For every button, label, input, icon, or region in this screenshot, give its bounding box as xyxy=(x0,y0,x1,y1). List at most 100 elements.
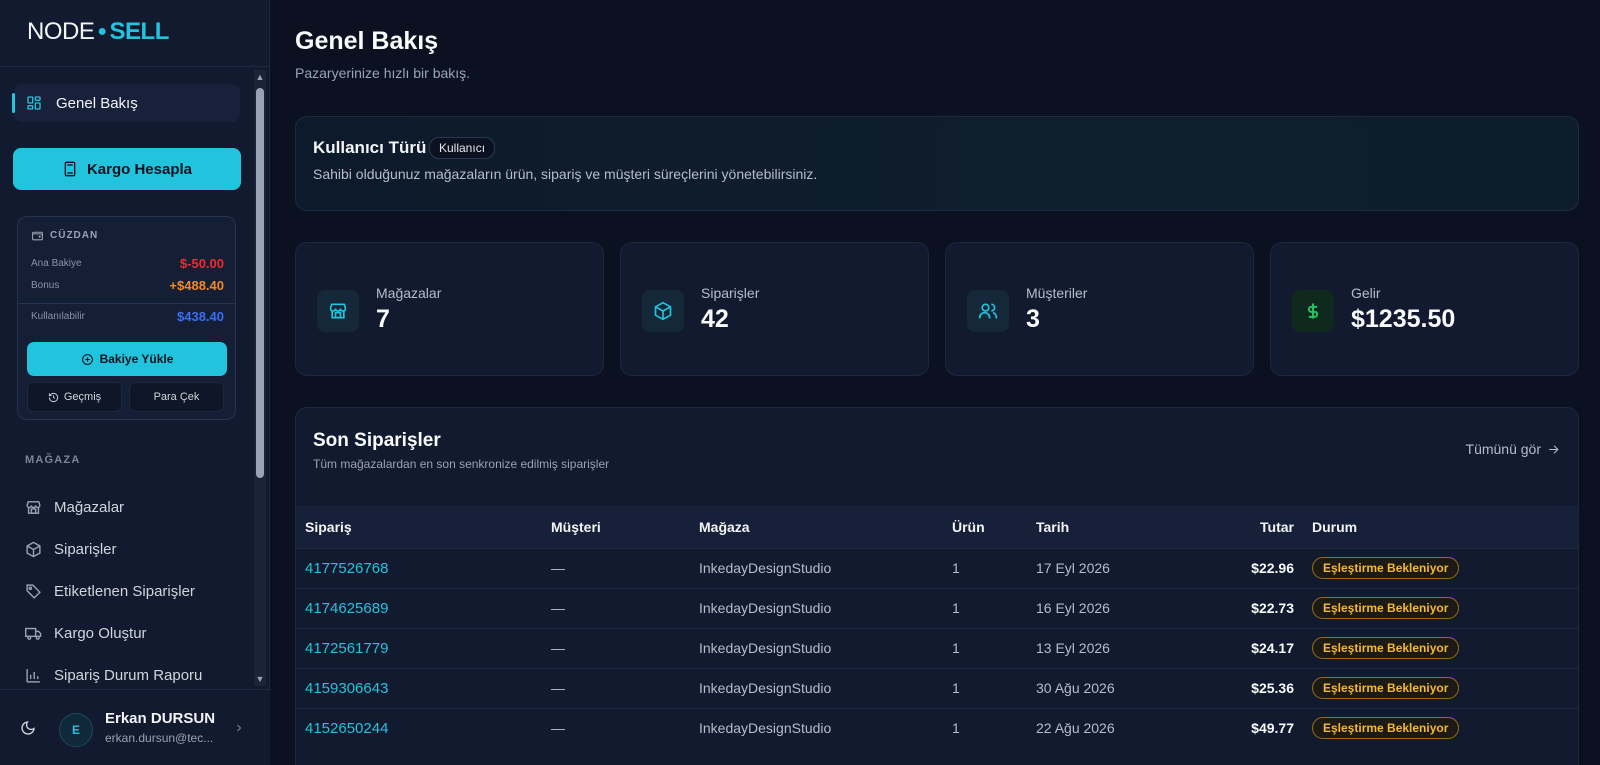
main-content: Genel Bakış Pazaryerinize hızlı bir bakı… xyxy=(271,0,1600,765)
order-date: 22 Ağu 2026 xyxy=(1027,707,1195,748)
column-header[interactable]: Durum xyxy=(1303,506,1578,548)
stat-value: $1235.50 xyxy=(1351,305,1456,333)
sidebar-item-create-cargo[interactable]: Kargo Oluştur xyxy=(25,622,147,644)
sidebar-item-overview[interactable]: Genel Bakış xyxy=(12,84,240,122)
scroll-up-icon[interactable]: ▲ xyxy=(255,72,265,82)
dashboard-icon xyxy=(27,96,41,110)
wallet-row-label: Ana Bakiye xyxy=(31,258,82,269)
tag-icon xyxy=(26,583,41,599)
load-balance-button[interactable]: Bakiye Yükle xyxy=(27,342,227,376)
order-customer: — xyxy=(542,667,690,708)
table-row[interactable]: 4152650244 — InkedayDesignStudio 1 22 Ağ… xyxy=(296,707,1578,748)
user-type-card: Kullanıcı Türü Kullanıcı Sahibi olduğunu… xyxy=(295,116,1579,211)
column-header[interactable]: Tutar xyxy=(1195,506,1303,548)
column-header[interactable]: Sipariş xyxy=(296,506,542,548)
table-row[interactable]: 4177526768 — InkedayDesignStudio 1 17 Ey… xyxy=(296,547,1578,588)
status-badge: Eşleştirme Bekleniyor xyxy=(1312,557,1460,579)
sidebar-item-label: Sipariş Durum Raporu xyxy=(54,666,203,684)
recent-orders-card: Son Siparişler Tüm mağazalardan en son s… xyxy=(295,407,1579,765)
sidebar-item-label: Mağazalar xyxy=(54,498,125,516)
stat-value: 3 xyxy=(1026,305,1040,333)
user-profile[interactable]: E Erkan DURSUN erkan.dursun@tec... xyxy=(0,689,270,765)
status-badge: Eşleştirme Bekleniyor xyxy=(1312,637,1460,659)
column-header[interactable]: Müşteri xyxy=(542,506,690,548)
order-id-link[interactable]: 4177526768 xyxy=(296,547,542,588)
order-customer: — xyxy=(542,587,690,628)
order-amount: $24.17 xyxy=(1195,627,1303,668)
history-button[interactable]: Geçmiş xyxy=(27,382,122,412)
wallet-row-bonus: Bonus +$488.40 xyxy=(31,278,224,293)
table-row[interactable]: 4174625689 — InkedayDesignStudio 1 16 Ey… xyxy=(296,587,1578,628)
column-header[interactable]: Tarih xyxy=(1027,506,1195,548)
user-type-description: Sahibi olduğunuz mağazaların ürün, sipar… xyxy=(313,166,818,182)
withdraw-button[interactable]: Para Çek xyxy=(129,382,224,412)
stat-icon-box xyxy=(1292,290,1334,332)
status-badge: Eşleştirme Bekleniyor xyxy=(1312,597,1460,619)
cargo-calculate-button[interactable]: Kargo Hesapla xyxy=(13,148,241,190)
scrollbar-thumb[interactable] xyxy=(256,88,264,478)
sidebar-item-labeled-orders[interactable]: Etiketlenen Siparişler xyxy=(25,580,195,602)
table-row[interactable]: 4172561779 — InkedayDesignStudio 1 13 Ey… xyxy=(296,627,1578,668)
order-status-cell: Eşleştirme Bekleniyor xyxy=(1303,627,1578,668)
stat-label: Siparişler xyxy=(701,285,760,301)
sidebar-item-label: Etiketlenen Siparişler xyxy=(54,582,195,600)
wallet-title: CÜZDAN xyxy=(50,230,99,241)
truck-icon xyxy=(25,627,42,640)
moon-icon[interactable] xyxy=(20,720,36,736)
order-id-link[interactable]: 4159306643 xyxy=(296,667,542,708)
active-indicator xyxy=(12,93,15,113)
scroll-down-icon[interactable]: ▼ xyxy=(255,674,265,684)
wallet-row-label: Kullanılabilir xyxy=(31,311,85,322)
stat-card-stores[interactable]: Mağazalar 7 xyxy=(295,242,604,376)
avatar: E xyxy=(59,713,93,747)
sidebar-item-orders[interactable]: Siparişler xyxy=(25,538,117,560)
wallet-row-available: Kullanılabilir $438.40 xyxy=(31,309,224,324)
order-status-cell: Eşleştirme Bekleniyor xyxy=(1303,707,1578,748)
order-status-cell: Eşleştirme Bekleniyor xyxy=(1303,587,1578,628)
sidebar-item-label: Genel Bakış xyxy=(56,94,138,112)
order-customer: — xyxy=(542,547,690,588)
users-icon xyxy=(978,303,998,319)
recent-orders-subtitle: Tüm mağazalardan en son senkronize edilm… xyxy=(313,457,610,471)
order-amount: $22.73 xyxy=(1195,587,1303,628)
stat-icon-box xyxy=(642,290,684,332)
order-id-link[interactable]: 4172561779 xyxy=(296,627,542,668)
order-amount: $25.36 xyxy=(1195,667,1303,708)
view-all-link[interactable]: Tümünü gör xyxy=(1466,441,1560,457)
order-customer: — xyxy=(542,627,690,668)
order-amount: $49.77 xyxy=(1195,707,1303,748)
order-id-link[interactable]: 4174625689 xyxy=(296,587,542,628)
wallet-card: CÜZDAN Ana Bakiye $-50.00 Bonus +$488.40… xyxy=(17,216,236,420)
stat-card-orders[interactable]: Siparişler 42 xyxy=(620,242,929,376)
wallet-divider xyxy=(19,303,236,304)
brand-logo[interactable]: NODE ● SELL xyxy=(27,18,169,46)
order-id-link[interactable]: 4152650244 xyxy=(296,707,542,748)
status-badge: Eşleştirme Bekleniyor xyxy=(1312,677,1460,699)
cargo-calculate-label: Kargo Hesapla xyxy=(86,160,193,178)
sidebar-scrollbar[interactable]: ▲ ▼ xyxy=(254,70,266,686)
column-header[interactable]: Ürün xyxy=(943,506,1027,548)
page-title: Genel Bakış xyxy=(295,27,439,55)
withdraw-label: Para Çek xyxy=(153,391,200,403)
user-type-badge: Kullanıcı xyxy=(429,137,496,159)
sidebar-item-stores[interactable]: Mağazalar xyxy=(25,496,124,518)
order-date: 13 Eyl 2026 xyxy=(1027,627,1195,668)
stat-card-revenue[interactable]: Gelir $1235.50 xyxy=(1270,242,1579,376)
stat-value: 42 xyxy=(701,305,729,333)
history-label: Geçmiş xyxy=(63,391,102,403)
view-all-label: Tümünü gör xyxy=(1465,441,1541,457)
stat-label: Mağazalar xyxy=(376,285,442,301)
plus-circle-icon xyxy=(81,353,93,365)
brand-dot: ● xyxy=(97,23,107,40)
wallet-header: CÜZDAN xyxy=(31,229,98,242)
stat-card-customers[interactable]: Müşteriler 3 xyxy=(945,242,1254,376)
calculator-icon xyxy=(64,161,76,177)
table-row[interactable]: 4159306643 — InkedayDesignStudio 1 30 Ağ… xyxy=(296,667,1578,708)
sidebar: NODE ● SELL Genel Bakış Kargo Hesapla CÜZD… xyxy=(0,0,270,765)
column-header[interactable]: Mağaza xyxy=(690,506,943,548)
wallet-row-value: $438.40 xyxy=(177,309,224,324)
sidebar-item-status-report[interactable]: Sipariş Durum Raporu xyxy=(25,664,202,686)
orders-table: Sipariş Müşteri Mağaza Ürün Tarih Tutar … xyxy=(296,506,1578,748)
status-badge: Eşleştirme Bekleniyor xyxy=(1312,717,1460,740)
wallet-row-value: $-50.00 xyxy=(179,256,224,271)
